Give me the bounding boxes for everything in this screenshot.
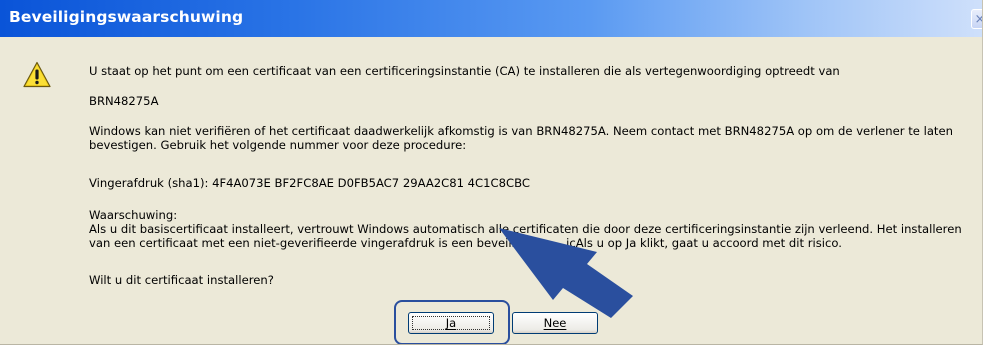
title-bar[interactable]: Beveiligingswaarschuwing ×: [0, 0, 982, 37]
dialog-title: Beveiligingswaarschuwing: [9, 8, 244, 26]
warning-icon: [23, 61, 51, 88]
warning-line-2-start: van een certificaat met een niet-geverif…: [89, 236, 523, 250]
verify-line-1: Windows kan niet verifiëren of het certi…: [89, 124, 953, 138]
verify-line-2: bevestigen. Gebruik het volgende nummer …: [89, 138, 467, 152]
warning-heading: Waarschuwing:: [89, 208, 178, 222]
ca-name: BRN48275A: [89, 94, 159, 108]
no-button-label: Nee: [543, 316, 567, 330]
close-button[interactable]: ×: [971, 9, 982, 29]
intro-text: U staat op het punt om een certificaat v…: [89, 64, 840, 78]
install-question: Wilt u dit certificaat installeren?: [89, 273, 274, 287]
close-icon: ×: [975, 12, 982, 27]
security-warning-dialog: Beveiligingswaarschuwing × U staat op he…: [0, 0, 983, 345]
pointer-arrow-icon: [499, 228, 633, 318]
yes-button-label: Ja: [445, 316, 457, 330]
yes-button[interactable]: Ja: [408, 312, 494, 334]
thumbprint-text: Vingerafdruk (sha1): 4F4A073E BF2FC8AE D…: [89, 176, 530, 190]
verify-text: Windows kan niet verifiëren of het certi…: [89, 124, 982, 152]
